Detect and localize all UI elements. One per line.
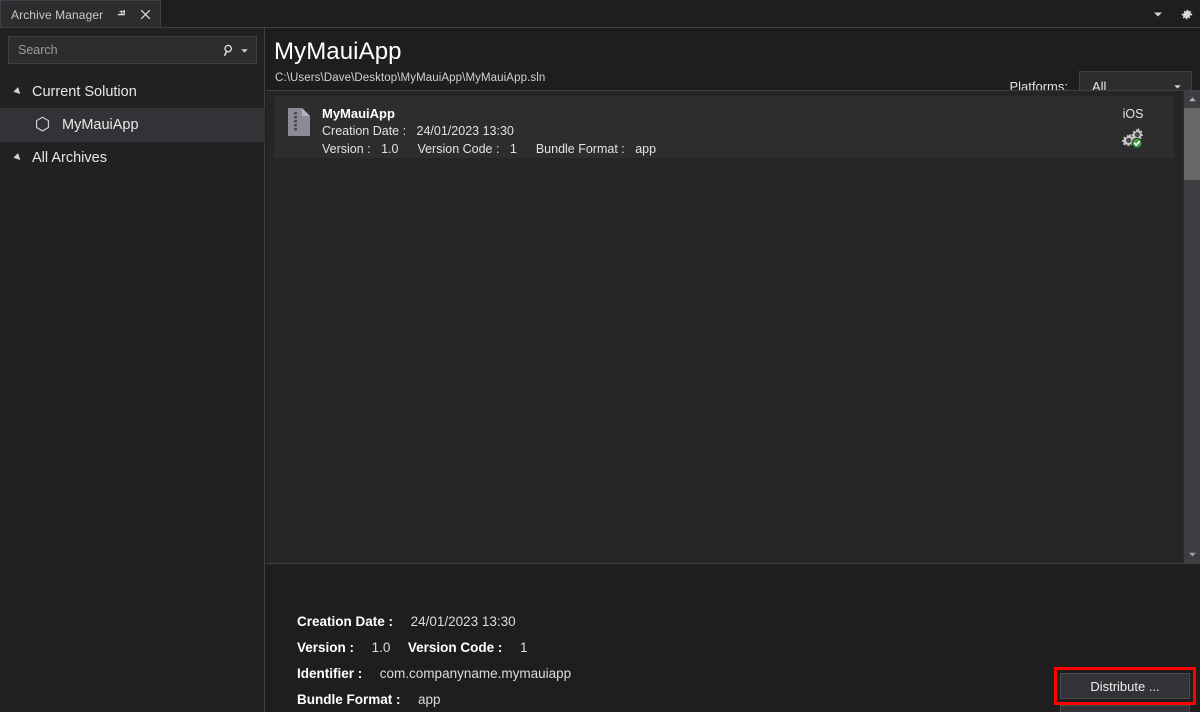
sidebar-item-mymauiapp[interactable]: MyMauiApp	[0, 108, 265, 142]
archive-manager-window: Archive Manager	[0, 0, 1200, 712]
detail-row: Identifier : com.companyname.mymauiapp	[297, 661, 571, 687]
tab-label: Archive Manager	[11, 8, 103, 22]
hexagon-icon	[32, 115, 52, 135]
detail-value: 1.0	[372, 640, 391, 655]
gear-icon[interactable]	[1178, 6, 1194, 22]
archive-details-panel: Creation Date : 24/01/2023 13:30 Version…	[266, 565, 1200, 712]
search-icon[interactable]	[221, 42, 238, 59]
platform-label: iOS	[1123, 106, 1144, 122]
details-rows: Creation Date : 24/01/2023 13:30 Version…	[297, 609, 571, 712]
detail-label: Version :	[297, 640, 354, 655]
creation-date-value: 24/01/2023 13:30	[417, 124, 514, 138]
archive-item-version-line: Version : 1.0 Version Code : 1 Bundle Fo…	[322, 140, 1102, 158]
pin-icon[interactable]	[115, 8, 129, 22]
detail-label: Bundle Format :	[297, 692, 401, 707]
page-title: MyMauiApp	[274, 38, 402, 66]
version-label: Version :	[322, 142, 371, 156]
search-dropdown-caret-icon[interactable]	[238, 42, 251, 58]
sidebar-item-label: All Archives	[32, 150, 107, 166]
archive-item-creation-date: Creation Date : 24/01/2023 13:30	[322, 122, 1102, 140]
archive-list-item[interactable]: MyMauiApp Creation Date : 24/01/2023 13:…	[274, 96, 1174, 158]
detail-row: Bundle Format : app	[297, 687, 571, 712]
sidebar-item-label: MyMauiApp	[62, 117, 139, 133]
list-vertical-scrollbar[interactable]	[1183, 91, 1200, 563]
close-icon[interactable]	[138, 8, 152, 22]
main-header: MyMauiApp C:\Users\Dave\Desktop\MyMauiAp…	[266, 28, 1200, 90]
version-code-value: 1	[510, 142, 517, 156]
tab-archive-manager[interactable]: Archive Manager	[0, 0, 161, 28]
sidebar-panel: Current Solution MyMauiApp All Archives	[0, 28, 265, 712]
detail-value: 24/01/2023 13:30	[411, 614, 516, 629]
expander-triangle-icon[interactable]	[10, 150, 26, 166]
archive-list-area: MyMauiApp Creation Date : 24/01/2023 13:…	[266, 90, 1200, 564]
open-folder-button[interactable]: Open Folder	[1060, 705, 1190, 712]
detail-value: com.companyname.mymauiapp	[380, 666, 571, 681]
version-value: 1.0	[381, 142, 398, 156]
sidebar-item-label: Current Solution	[32, 84, 137, 100]
detail-value: app	[418, 692, 441, 707]
detail-value-secondary: 1	[520, 640, 528, 655]
main-content: MyMauiApp C:\Users\Dave\Desktop\MyMauiAp…	[266, 28, 1200, 712]
archive-list: MyMauiApp Creation Date : 24/01/2023 13:…	[266, 91, 1182, 563]
creation-date-label: Creation Date :	[322, 124, 406, 138]
sidebar-item-all-archives[interactable]: All Archives	[0, 142, 265, 174]
search-input[interactable]	[9, 43, 221, 57]
detail-row: Version : 1.0 Version Code : 1	[297, 635, 571, 661]
detail-label: Creation Date :	[297, 614, 393, 629]
distribute-button-wrapper: Distribute ...	[1060, 673, 1190, 699]
chevron-down-icon[interactable]	[1150, 6, 1166, 22]
bundle-format-label: Bundle Format :	[536, 142, 625, 156]
scroll-up-arrow-icon[interactable]	[1184, 91, 1200, 108]
solution-path: C:\Users\Dave\Desktop\MyMauiApp\MyMauiAp…	[275, 72, 545, 84]
archive-file-icon	[286, 107, 312, 137]
archive-tree: Current Solution MyMauiApp All Archives	[0, 76, 265, 174]
scroll-down-arrow-icon[interactable]	[1184, 546, 1200, 563]
scrollbar-thumb[interactable]	[1184, 108, 1200, 180]
tool-window-tabstrip: Archive Manager	[0, 0, 1200, 28]
scrollbar-track[interactable]	[1184, 180, 1200, 546]
tab-icon-group	[115, 8, 152, 22]
gears-check-icon	[1120, 126, 1146, 150]
sidebar-item-current-solution[interactable]: Current Solution	[0, 76, 265, 108]
version-code-label: Version Code :	[417, 142, 499, 156]
distribute-button[interactable]: Distribute ...	[1060, 673, 1190, 699]
archive-item-name: MyMauiApp	[322, 105, 1102, 122]
expander-triangle-icon[interactable]	[10, 84, 26, 100]
detail-row: Creation Date : 24/01/2023 13:30	[297, 609, 571, 635]
detail-label-secondary: Version Code :	[408, 640, 503, 655]
tabstrip-controls	[1150, 0, 1194, 28]
archive-item-text: MyMauiApp Creation Date : 24/01/2023 13:…	[322, 105, 1102, 158]
archive-item-platform: iOS	[1102, 105, 1164, 150]
detail-label: Identifier :	[297, 666, 362, 681]
search-box[interactable]	[8, 36, 257, 64]
details-action-buttons: Distribute ... Open Folder	[1060, 673, 1190, 712]
bundle-format-value: app	[635, 142, 656, 156]
